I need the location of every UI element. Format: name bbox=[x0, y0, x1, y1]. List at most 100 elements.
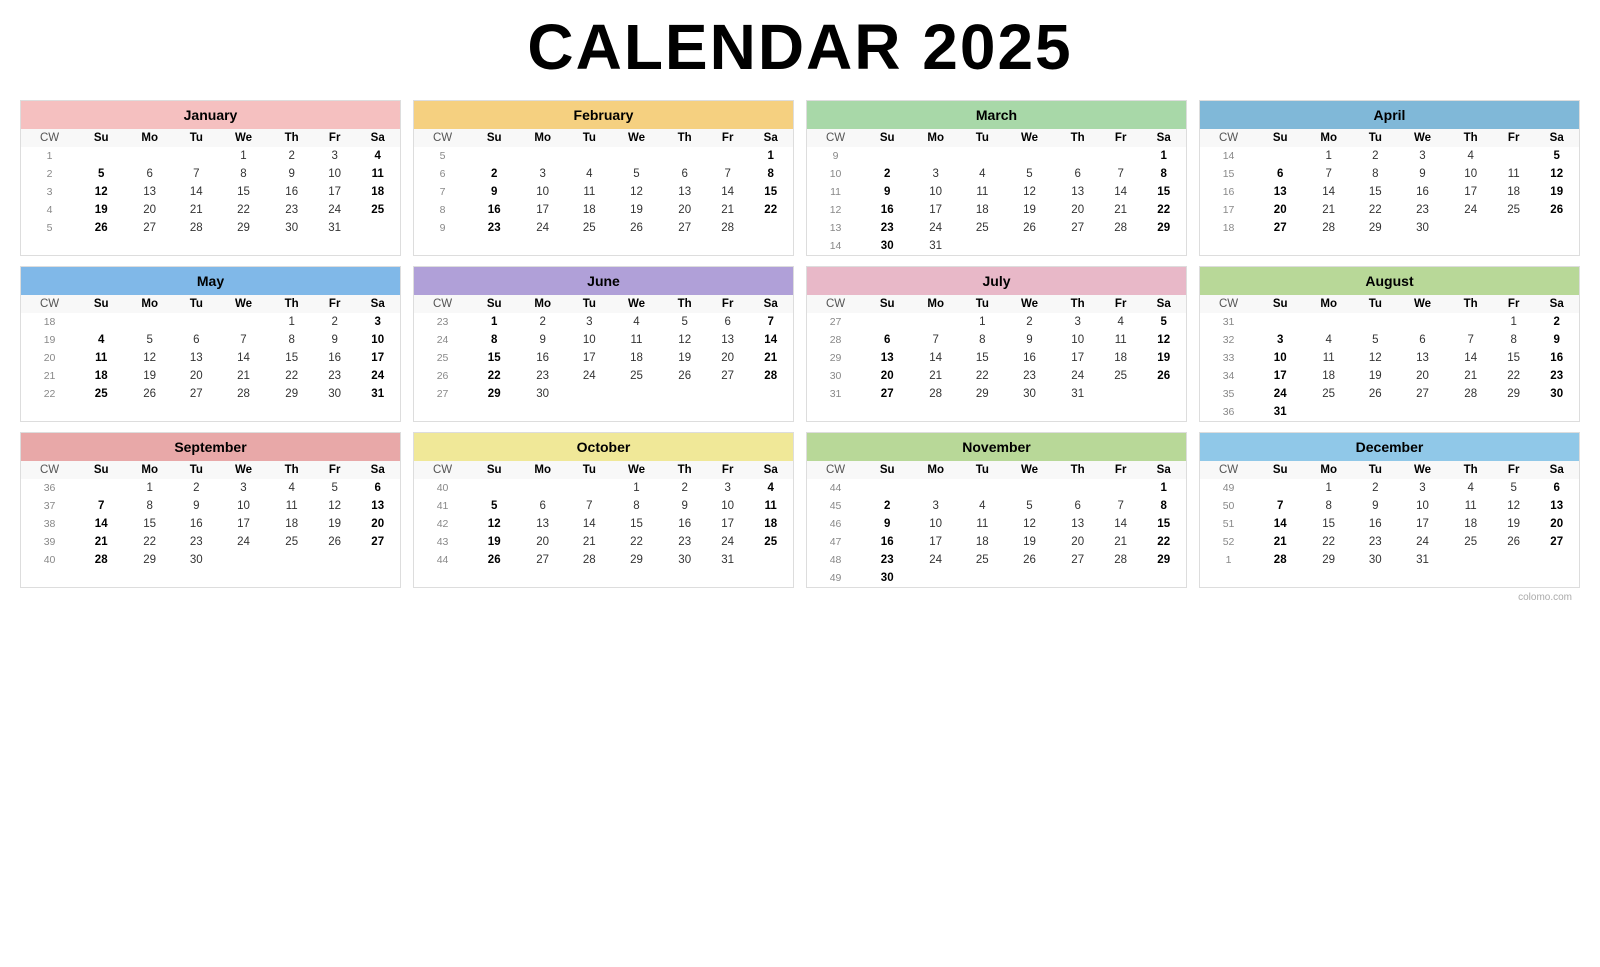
month-header-april: April bbox=[1200, 101, 1579, 129]
table-cell: 1 bbox=[21, 147, 78, 165]
table-cell: 22 bbox=[1354, 201, 1396, 219]
table-cell: 18 bbox=[1493, 183, 1534, 201]
table-cell: 9 bbox=[1004, 331, 1056, 349]
table-cell: 14 bbox=[807, 237, 864, 255]
table-cell: 19 bbox=[1004, 201, 1056, 219]
table-cell bbox=[1303, 313, 1354, 331]
table-cell bbox=[1055, 147, 1100, 165]
table-cell: 10 bbox=[1397, 497, 1449, 515]
table-cell: 8 bbox=[218, 165, 270, 183]
table-cell: 3 bbox=[910, 165, 961, 183]
table-cell: 7 bbox=[910, 331, 961, 349]
table-cell: 8 bbox=[1141, 165, 1186, 183]
table-cell: 29 bbox=[1303, 551, 1354, 569]
month-block-november: NovemberCWSuMoTuWeThFrSa4414523456784691… bbox=[806, 432, 1187, 588]
table-cell: 27 bbox=[662, 219, 707, 237]
table-cell bbox=[124, 147, 175, 165]
table-cell: 2 bbox=[471, 165, 517, 183]
table-cell: 20 bbox=[1055, 533, 1100, 551]
col-header-we: We bbox=[1004, 461, 1056, 479]
table-cell: 6 bbox=[1055, 165, 1100, 183]
table-cell: 11 bbox=[611, 331, 663, 349]
table-cell: 1 bbox=[471, 313, 517, 331]
table-cell: 15 bbox=[748, 183, 793, 201]
table-cell: 3 bbox=[218, 479, 270, 497]
table-cell: 6 bbox=[707, 313, 748, 331]
col-header-mo: Mo bbox=[517, 461, 568, 479]
table-cell: 10 bbox=[355, 331, 400, 349]
table-cell: 10 bbox=[807, 165, 864, 183]
table-cell: 7 bbox=[568, 497, 610, 515]
table-cell: 50 bbox=[1200, 497, 1257, 515]
table-cell: 20 bbox=[1257, 201, 1303, 219]
table-cell: 2 bbox=[1534, 313, 1579, 331]
table-cell: 16 bbox=[1534, 349, 1579, 367]
table-cell: 13 bbox=[355, 497, 400, 515]
col-header-th: Th bbox=[1448, 129, 1493, 147]
table-cell: 17 bbox=[707, 515, 748, 533]
col-header-su: Su bbox=[78, 461, 124, 479]
month-table-november: CWSuMoTuWeThFrSa441452345678469101112131… bbox=[807, 461, 1186, 587]
table-cell bbox=[218, 313, 270, 331]
table-cell: 11 bbox=[78, 349, 124, 367]
table-cell bbox=[355, 219, 400, 237]
table-cell: 23 bbox=[314, 367, 355, 385]
table-cell: 14 bbox=[1100, 515, 1141, 533]
table-cell: 15 bbox=[1200, 165, 1257, 183]
month-header-september: September bbox=[21, 433, 400, 461]
col-header-th: Th bbox=[1448, 461, 1493, 479]
table-cell: 33 bbox=[1200, 349, 1257, 367]
month-header-march: March bbox=[807, 101, 1186, 129]
table-cell: 26 bbox=[78, 219, 124, 237]
table-cell: 23 bbox=[864, 551, 910, 569]
table-cell: 3 bbox=[707, 479, 748, 497]
col-header-fr: Fr bbox=[1100, 461, 1141, 479]
table-cell: 17 bbox=[568, 349, 610, 367]
table-cell: 20 bbox=[1534, 515, 1579, 533]
month-table-october: CWSuMoTuWeThFrSa401234415678910114212131… bbox=[414, 461, 793, 569]
table-cell: 6 bbox=[175, 331, 217, 349]
table-cell bbox=[611, 385, 663, 403]
table-cell bbox=[748, 385, 793, 403]
col-header-cw: CW bbox=[414, 129, 471, 147]
table-cell: 15 bbox=[1354, 183, 1396, 201]
table-cell: 7 bbox=[1100, 497, 1141, 515]
table-cell: 22 bbox=[748, 201, 793, 219]
table-cell: 5 bbox=[1534, 147, 1579, 165]
table-cell: 25 bbox=[748, 533, 793, 551]
table-cell bbox=[1004, 147, 1056, 165]
table-cell: 25 bbox=[355, 201, 400, 219]
table-cell bbox=[1493, 551, 1534, 569]
table-cell: 6 bbox=[414, 165, 471, 183]
table-cell: 30 bbox=[175, 551, 217, 569]
table-cell: 21 bbox=[707, 201, 748, 219]
table-cell: 5 bbox=[1141, 313, 1186, 331]
table-cell: 28 bbox=[1100, 551, 1141, 569]
table-cell: 17 bbox=[218, 515, 270, 533]
col-header-cw: CW bbox=[1200, 295, 1257, 313]
table-cell: 1 bbox=[961, 313, 1003, 331]
table-cell: 17 bbox=[314, 183, 355, 201]
table-row: 2567891011 bbox=[21, 165, 400, 183]
table-cell: 14 bbox=[1257, 515, 1303, 533]
table-cell: 18 bbox=[269, 515, 314, 533]
table-cell: 10 bbox=[707, 497, 748, 515]
table-cell: 26 bbox=[1141, 367, 1186, 385]
table-row: 2622232425262728 bbox=[414, 367, 793, 385]
table-cell: 25 bbox=[414, 349, 471, 367]
month-header-december: December bbox=[1200, 433, 1579, 461]
table-cell bbox=[314, 551, 355, 569]
table-cell: 2 bbox=[864, 497, 910, 515]
table-cell bbox=[662, 147, 707, 165]
table-cell: 8 bbox=[414, 201, 471, 219]
table-cell: 1 bbox=[124, 479, 175, 497]
table-cell: 3 bbox=[21, 183, 78, 201]
table-cell: 15 bbox=[218, 183, 270, 201]
table-cell: 10 bbox=[910, 515, 961, 533]
col-header-sa: Sa bbox=[1534, 295, 1579, 313]
col-header-su: Su bbox=[1257, 461, 1303, 479]
table-cell: 4 bbox=[568, 165, 610, 183]
table-cell bbox=[1004, 479, 1056, 497]
table-cell: 20 bbox=[21, 349, 78, 367]
col-header-tu: Tu bbox=[961, 461, 1003, 479]
